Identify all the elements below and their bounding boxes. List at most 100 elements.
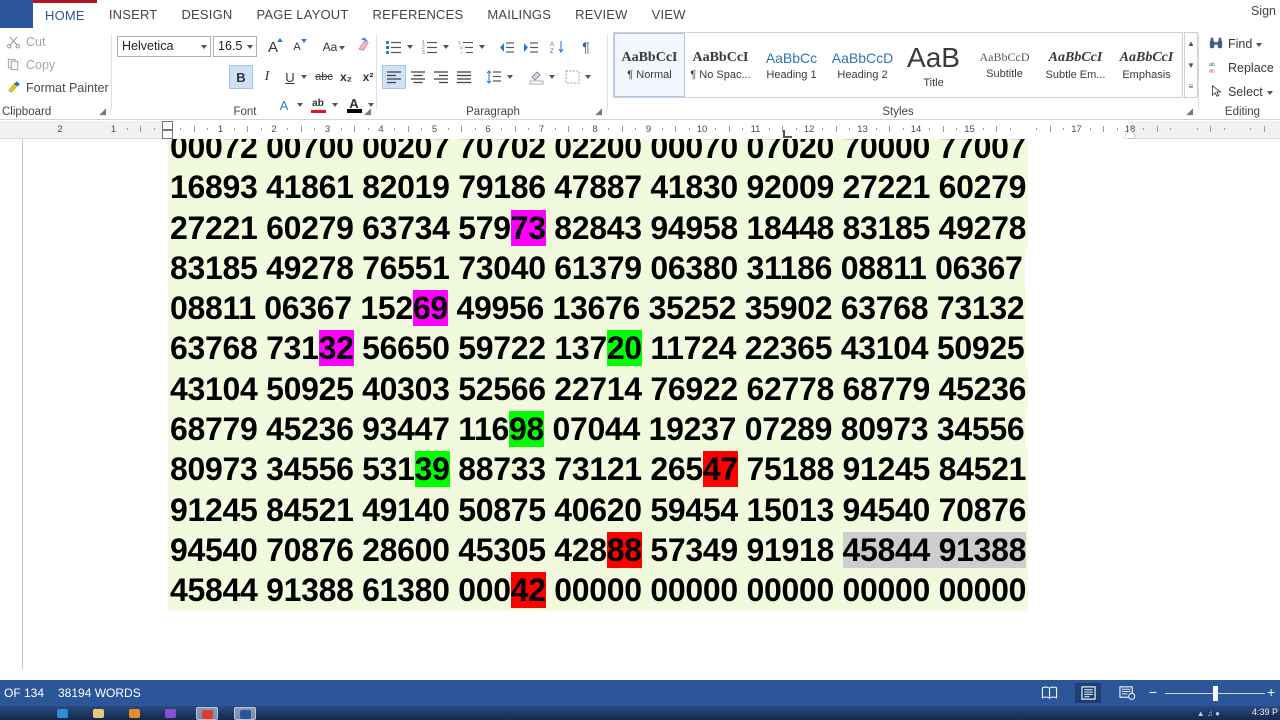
text-run[interactable]: 91245 84521 49140 50875 40620 59454 1501… bbox=[170, 492, 1026, 528]
zoom-slider-thumb[interactable] bbox=[1213, 686, 1218, 701]
ribbon-tab-design[interactable]: DESIGN bbox=[169, 2, 244, 28]
start-button[interactable] bbox=[0, 706, 44, 720]
taskbar-icon-media-player[interactable] bbox=[124, 707, 146, 720]
file-tab-corner[interactable] bbox=[0, 0, 33, 28]
multilevel-dropdown[interactable] bbox=[476, 35, 487, 59]
select-button[interactable]: Select bbox=[1209, 84, 1273, 99]
chevron-down-icon[interactable] bbox=[339, 46, 345, 50]
text-run[interactable]: 75188 91245 84521 bbox=[738, 451, 1026, 487]
document-page[interactable]: 00072 00700 00207 70702 02200 00070 0702… bbox=[22, 139, 1280, 669]
line-spacing-dropdown[interactable] bbox=[504, 65, 515, 89]
chevron-down-icon[interactable] bbox=[201, 44, 207, 49]
bold-button[interactable]: B bbox=[229, 65, 253, 89]
tab-stop-marker[interactable] bbox=[783, 130, 792, 138]
taskbar-icon-internet-explorer[interactable] bbox=[52, 707, 74, 720]
styles-gallery-scrollbar[interactable]: ▲ ▼ ≡ bbox=[1184, 32, 1198, 98]
align-left-button[interactable] bbox=[382, 65, 406, 89]
taskbar-icon-google-chrome[interactable] bbox=[196, 707, 218, 720]
document-line[interactable]: 08811 06367 15269 49956 13676 35252 3590… bbox=[168, 288, 1027, 329]
highlighted-text-run-red[interactable]: 42 bbox=[510, 572, 546, 609]
document-text[interactable]: 00072 00700 00207 70702 02200 00070 0702… bbox=[168, 139, 1029, 611]
chevron-down-icon[interactable] bbox=[507, 75, 513, 79]
text-run[interactable]: 63768 731 bbox=[170, 330, 319, 366]
decrease-indent-button[interactable] bbox=[494, 35, 518, 59]
highlighted-text-run-red[interactable]: 88 bbox=[606, 531, 642, 568]
text-run[interactable]: 27221 60279 63734 579 bbox=[170, 210, 511, 246]
document-line[interactable]: 68779 45236 93447 11698 07044 19237 0728… bbox=[168, 409, 1027, 450]
style-item-subtle-em[interactable]: AaBbCcI Subtle Em... bbox=[1040, 33, 1111, 97]
increase-indent-button[interactable] bbox=[518, 35, 542, 59]
text-effects-dropdown[interactable] bbox=[294, 93, 305, 117]
chevron-down-icon[interactable] bbox=[479, 45, 485, 49]
text-run[interactable]: 49956 13676 35252 35902 63768 73132 bbox=[448, 290, 1024, 326]
text-run[interactable]: 08811 06367 152 bbox=[170, 290, 413, 326]
hanging-indent-marker[interactable] bbox=[162, 130, 173, 139]
numbering-dropdown[interactable] bbox=[440, 35, 451, 59]
chevron-down-icon[interactable] bbox=[368, 103, 374, 107]
document-line[interactable]: 45844 91388 61380 00042 00000 00000 0000… bbox=[168, 570, 1029, 611]
document-line[interactable]: 83185 49278 76551 73040 61379 06380 3118… bbox=[168, 247, 1025, 289]
styles-scroll-up-button[interactable]: ▲ bbox=[1185, 33, 1197, 54]
document-line[interactable]: 80973 34556 53139 88733 73121 26547 7518… bbox=[168, 449, 1029, 490]
styles-more-button[interactable]: ≡ bbox=[1185, 76, 1197, 97]
text-run[interactable]: 00000 00000 00000 00000 00000 bbox=[546, 572, 1026, 608]
text-run[interactable]: 57349 91918 bbox=[642, 532, 843, 568]
chevron-down-icon[interactable] bbox=[443, 45, 449, 49]
text-run[interactable]: 45844 91388 61380 000 bbox=[170, 572, 511, 608]
paragraph-dialog-launcher[interactable]: ◢ bbox=[595, 106, 602, 117]
system-tray-icons[interactable]: ▲ ♫ ● bbox=[1197, 709, 1220, 718]
underline-dropdown[interactable] bbox=[298, 65, 310, 89]
chevron-down-icon[interactable] bbox=[1256, 42, 1263, 47]
line-spacing-button[interactable] bbox=[482, 65, 506, 89]
highlighted-text-run-green[interactable]: 39 bbox=[414, 451, 450, 488]
borders-dropdown[interactable] bbox=[582, 65, 593, 89]
strikethrough-button[interactable]: abc bbox=[312, 65, 336, 89]
ribbon-tab-references[interactable]: REFERENCES bbox=[361, 2, 476, 28]
document-line[interactable]: 94540 70876 28600 45305 42888 57349 9191… bbox=[168, 529, 1029, 571]
style-item-subtitle[interactable]: AaBbCcD Subtitle bbox=[969, 33, 1040, 97]
styles-gallery[interactable]: AaBbCcI ¶ Normal AaBbCcI ¶ No Spac... AaBbCс… bbox=[613, 32, 1183, 98]
grow-font-button[interactable]: A bbox=[261, 35, 285, 59]
ribbon-tab-page-layout[interactable]: PAGE LAYOUT bbox=[245, 2, 361, 28]
borders-button[interactable] bbox=[560, 65, 584, 89]
text-run[interactable]: 43104 50925 40303 52566 22714 76922 6277… bbox=[170, 371, 1026, 407]
highlight-button[interactable]: ab bbox=[306, 93, 330, 117]
zoom-in-button[interactable]: + bbox=[1267, 684, 1275, 700]
highlighted-text-run-magenta[interactable]: 73 bbox=[510, 209, 546, 246]
font-color-dropdown[interactable] bbox=[365, 93, 376, 117]
shrink-font-button[interactable]: A bbox=[285, 35, 309, 59]
bullets-dropdown[interactable] bbox=[404, 35, 415, 59]
ribbon-tab-home[interactable]: HOME bbox=[33, 0, 97, 28]
subscript-button[interactable]: x₂ bbox=[334, 65, 358, 89]
selected-text-run[interactable]: 45844 91388 bbox=[842, 531, 1026, 568]
zoom-out-button[interactable]: − bbox=[1149, 684, 1157, 700]
taskbar-icon-file-explorer[interactable] bbox=[88, 707, 110, 720]
clear-formatting-button[interactable] bbox=[351, 35, 375, 59]
read-mode-button[interactable] bbox=[1036, 683, 1062, 703]
ribbon-tab-review[interactable]: REVIEW bbox=[563, 2, 639, 28]
highlighted-text-run-magenta[interactable]: 32 bbox=[318, 330, 354, 367]
highlighted-text-run-magenta[interactable]: 69 bbox=[412, 290, 448, 327]
document-line[interactable]: 16893 41861 82019 79186 47887 41830 9200… bbox=[168, 167, 1029, 208]
font-size-combo[interactable]: 16.5 bbox=[213, 36, 257, 57]
taskbar-icon-microsoft-word[interactable] bbox=[234, 707, 256, 720]
style-item-heading-1[interactable]: AaBbCс Heading 1 bbox=[756, 33, 827, 97]
chevron-down-icon[interactable] bbox=[297, 103, 303, 107]
first-line-indent-marker[interactable] bbox=[162, 121, 173, 130]
document-line[interactable]: 27221 60279 63734 57973 82843 94958 1844… bbox=[168, 207, 1029, 248]
document-line[interactable]: 91245 84521 49140 50875 40620 59454 1501… bbox=[168, 489, 1029, 530]
style-item-no-spac[interactable]: AaBbCcI ¶ No Spac... bbox=[685, 33, 756, 97]
highlighted-text-run-green[interactable]: 98 bbox=[508, 411, 544, 448]
style-item-emphasis[interactable]: AaBbCcI Emphasis bbox=[1111, 33, 1182, 97]
font-family-combo[interactable]: Helvetica bbox=[117, 36, 211, 57]
taskbar-clock[interactable]: 4:39 P bbox=[1252, 707, 1278, 717]
numbering-button[interactable]: 123 bbox=[418, 35, 442, 59]
text-run[interactable]: 83185 49278 76551 73040 61379 06380 3118… bbox=[170, 250, 1023, 286]
sort-button[interactable]: A Z bbox=[546, 35, 570, 59]
text-run[interactable]: 80973 34556 531 bbox=[170, 451, 415, 487]
style-item-normal[interactable]: AaBbCcI ¶ Normal bbox=[614, 33, 685, 97]
document-line[interactable]: 43104 50925 40303 52566 22714 76922 6277… bbox=[168, 368, 1029, 410]
multilevel-list-button[interactable]: 1ai bbox=[454, 35, 478, 59]
sign-in-link[interactable]: Sign bbox=[1251, 4, 1276, 18]
chevron-down-icon[interactable] bbox=[549, 75, 555, 79]
